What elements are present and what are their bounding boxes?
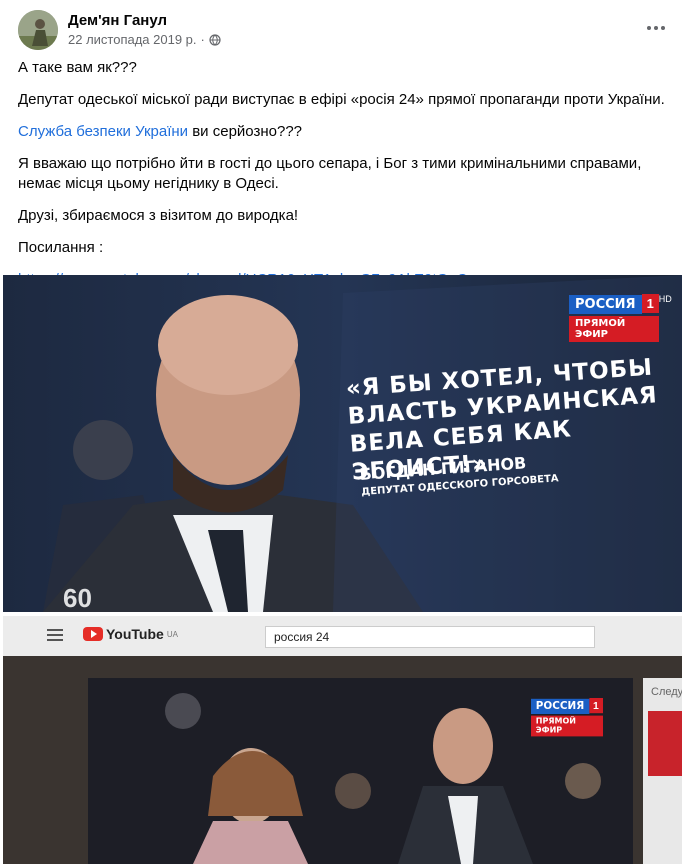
channel-logo-small: РОССИЯ 1 ПРЯМОЙ ЭФИР — [531, 698, 603, 737]
post-paragraph: Депутат одеської міської ради виступає в… — [18, 91, 665, 108]
up-next-label: Следу — [651, 686, 682, 698]
sbu-mention-link[interactable]: Служба безпеки України — [18, 123, 188, 140]
youtube-photo-image[interactable]: YouTube UA россия 24 РОССИЯ 1 ПРЯМОЙ ЭФИР… — [3, 616, 682, 864]
channel-number: 1 — [641, 294, 659, 313]
live-badge: ПРЯМОЙ ЭФИР — [531, 715, 603, 737]
channel-hd: HD — [658, 294, 672, 304]
youtube-brand: YouTube — [106, 626, 164, 642]
youtube-logo[interactable]: YouTube UA — [83, 626, 178, 642]
author-name[interactable]: Дем'ян Ганул — [68, 12, 167, 29]
author-avatar[interactable] — [18, 10, 58, 50]
post-text: А таке вам як??? Депутат одеської місько… — [18, 58, 668, 302]
post-paragraph: А таке вам як??? — [18, 59, 137, 76]
corner-number: 60 — [63, 583, 92, 612]
post-date[interactable]: 22 листопада 2019 р. — [68, 32, 197, 47]
post-meta: 22 листопада 2019 р. · — [68, 32, 221, 47]
more-options-icon[interactable] — [644, 18, 668, 38]
post-paragraph: Я вважаю що потрібно йти в гості до цьог… — [18, 155, 642, 192]
youtube-play-icon — [83, 627, 103, 641]
channel-name: РОССИЯ — [531, 698, 590, 714]
live-badge: ПРЯМОЙ ЭФИР — [569, 316, 659, 342]
post-paragraph: Служба безпеки України ви серйозно??? — [18, 122, 668, 142]
channel-name: РОССИЯ — [569, 295, 642, 314]
separator-dot: · — [200, 32, 205, 47]
youtube-region: UA — [166, 629, 178, 639]
post-header: Дем'ян Ганул 22 листопада 2019 р. · — [18, 10, 668, 54]
post-paragraph: Друзі, збираємося з візитом до виродка! — [18, 207, 299, 224]
channel-number: 1 — [589, 698, 603, 714]
globe-icon — [209, 33, 221, 46]
channel-logo: РОССИЯ 1 HD ПРЯМОЙ ЭФИР — [569, 294, 672, 342]
youtube-search-input[interactable]: россия 24 — [265, 626, 595, 648]
tv-screenshot-image[interactable]: РОССИЯ 1 HD ПРЯМОЙ ЭФИР «Я БЫ ХОТЕЛ, ЧТОБЫ… — [3, 275, 682, 612]
hamburger-menu-icon[interactable] — [47, 629, 63, 644]
facebook-post: Дем'ян Ганул 22 листопада 2019 р. · А та… — [0, 0, 683, 864]
mention-suffix: ви серйозно??? — [188, 123, 302, 140]
post-paragraph: Посилання : — [18, 239, 104, 256]
